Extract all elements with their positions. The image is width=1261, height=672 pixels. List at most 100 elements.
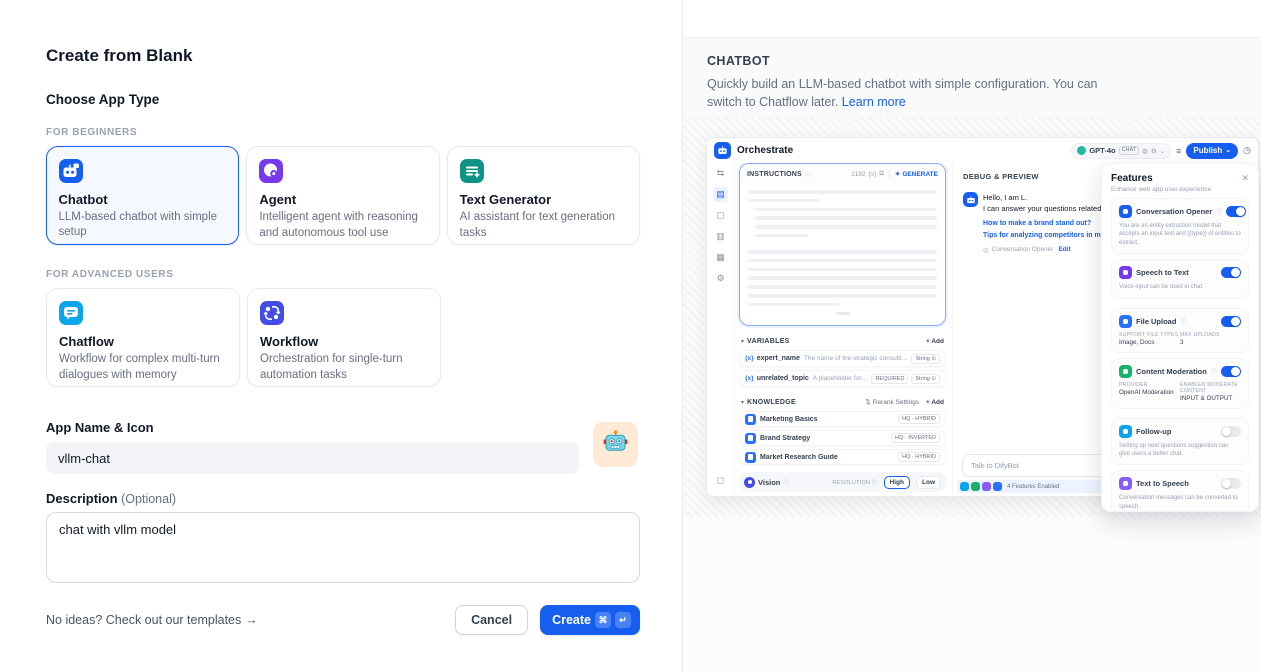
knowledge-row[interactable]: Market Research Guide HQ · HYBRID [739,449,946,465]
conversation-opener-toggle[interactable] [1226,206,1246,217]
app-type-card-text-generator[interactable]: Text Generator AI assistant for text gen… [447,146,640,245]
knowledge-row[interactable]: Brand Strategy HQ · INVERTED [739,430,946,446]
page-title: Create from Blank [46,46,640,66]
app-name-label: App Name & Icon [46,420,640,435]
retrieval-badge: HQ · HYBRID [898,452,940,462]
sidebar-settings-icon[interactable]: ⚙ [713,271,728,286]
app-type-card-chatflow[interactable]: Chatflow Workflow for complex multi-turn… [46,288,240,387]
app-icon-picker[interactable] [593,422,638,467]
app-type-description: Quickly build an LLM-based chatbot with … [707,75,1127,111]
workflow-icon [260,301,284,325]
card-title: Text Generator [460,192,627,207]
modal-footer: No ideas? Check out our templates→ Cance… [46,605,640,635]
info-icon: ⓘ [805,170,811,179]
robot-emoji-icon [601,428,630,462]
add-knowledge-button[interactable]: + Add [926,399,944,406]
variable-row[interactable]: {x} expert_name The name of the strategi… [739,350,946,367]
model-provider-icon [1077,146,1086,155]
rerank-settings-button[interactable]: ⇅Rerank Settings [865,398,919,406]
add-variable-button[interactable]: + Add [926,338,944,345]
bot-greeting: Hello, I am L.I can answer your question… [983,192,1117,215]
model-config-icon[interactable]: ≡ [1176,146,1181,156]
suggestion-link[interactable]: Tips for analyzing competitors in market [983,232,1117,239]
settings-icon: ⚙ [1151,147,1157,155]
app-name-row [46,442,640,474]
card-desc: Intelligent agent with reasoning and aut… [259,210,426,241]
app-avatar [714,142,731,159]
resolution-low-button[interactable]: Low [916,476,941,489]
chatflow-icon [59,301,83,325]
card-title: Chatbot [59,192,227,207]
text-to-speech-icon [1119,477,1132,490]
sparkle-icon: ✦ [895,170,900,178]
sidebar-preview-icon[interactable]: ▢ [713,208,728,223]
variable-brackets-icon[interactable]: {x} [869,171,877,178]
document-icon [745,414,756,425]
app-type-name: CHATBOT [707,54,1237,68]
info-icon: ⓘ [783,478,789,487]
choose-app-type-label: Choose App Type [46,92,640,107]
templates-link[interactable]: No ideas? Check out our templates→ [46,613,258,627]
document-icon [745,452,756,463]
resolution-label: RESOLUTION ⓘ [832,478,877,486]
description-optional-label: (Optional) [121,492,176,506]
description-label: Description (Optional) [46,491,640,506]
edit-opener-link[interactable]: Edit [1058,246,1070,253]
copy-icon[interactable]: ⧉ [879,170,884,178]
features-title: Features [1111,173,1153,184]
resize-handle[interactable] [836,312,850,315]
create-button[interactable]: Create ⌘ ↵ [540,605,640,635]
content-moderation-toggle[interactable] [1221,366,1241,377]
sidebar-exchange-icon[interactable]: ⇆ [713,166,728,181]
instructions-panel: INSTRUCTIONS ⓘ 2182 {x} ⧉ ✦GENERATE [739,163,946,326]
enabled-features-strip: 4 Features Enabled [957,480,1109,493]
conversation-opener-chip-icon [960,482,969,491]
app-type-card-workflow[interactable]: Workflow Orchestration for single-turn a… [247,288,441,387]
close-icon[interactable]: ✕ [1241,173,1249,184]
description-input[interactable]: chat with vllm model [46,512,640,583]
history-icon[interactable]: ◷ [1243,145,1251,156]
app-type-card-agent[interactable]: Agent Intelligent agent with reasoning a… [246,146,439,245]
for-beginners-label: FOR BEGINNERS [46,127,640,138]
sidebar-collapse-icon[interactable]: ◻ [713,473,728,488]
chevron-down-icon[interactable]: ▾ [741,338,744,345]
model-mode-badge: CHAT [1119,146,1140,155]
instructions-header: INSTRUCTIONS ⓘ 2182 {x} ⧉ ✦GENERATE [740,164,945,184]
speech-to-text-icon [1119,266,1132,279]
app-type-summary: CHATBOT Quickly build an LLM-based chatb… [683,38,1261,117]
required-badge: REQUIRED [871,374,908,384]
moderation-chip-icon [971,482,980,491]
card-title: Chatflow [59,334,227,349]
suggestion-links[interactable]: How to make a brand stand out?Bes [983,220,1117,227]
chevron-down-icon[interactable]: ▾ [741,399,744,406]
follow-up-toggle[interactable] [1221,426,1241,437]
cancel-button[interactable]: Cancel [455,605,528,635]
chevron-down-icon: ⌄ [1160,147,1165,155]
knowledge-row[interactable]: Marketing Basics HQ · HYBRID [739,411,946,427]
info-icon: ⓘ [1216,207,1222,216]
mock-sidebar: ⇆ ▤ ▢ ▥ ▦ ⚙ ◻ [707,163,735,496]
app-type-card-chatbot[interactable]: Chatbot LLM-based chatbot with simple se… [46,146,239,245]
for-advanced-label: FOR ADVANCED USERS [46,269,640,280]
sidebar-notes-icon[interactable]: ▦ [713,250,728,265]
text-to-speech-toggle[interactable] [1221,478,1241,489]
knowledge-header: ▾ KNOWLEDGE ⇅Rerank Settings + Add [739,396,946,408]
app-name-input[interactable] [46,442,579,474]
arrow-right-icon: → [245,613,258,627]
model-selector[interactable]: GPT-4o CHAT ◍ ⚙ ⌄ [1071,143,1171,159]
sidebar-orchestrate-icon[interactable]: ▤ [713,187,728,202]
speech-to-text-toggle[interactable] [1221,267,1241,278]
resolution-high-button[interactable]: High [884,476,910,489]
vision-icon [744,477,755,488]
learn-more-link[interactable]: Learn more [842,95,906,109]
generate-button[interactable]: ✦GENERATE [895,170,938,178]
features-subtitle: Enhance web app user experience [1111,186,1249,193]
publish-button[interactable]: Publish⌄ [1186,143,1238,159]
document-icon [745,433,756,444]
file-upload-toggle[interactable] [1221,316,1241,327]
instructions-skeleton [740,184,945,315]
info-icon: ⓘ [1180,317,1186,326]
variable-row[interactable]: {x} unrelated_topic A placeholder for to… [739,370,946,387]
sidebar-logs-icon[interactable]: ▥ [713,229,728,244]
text-generator-icon [460,159,484,183]
